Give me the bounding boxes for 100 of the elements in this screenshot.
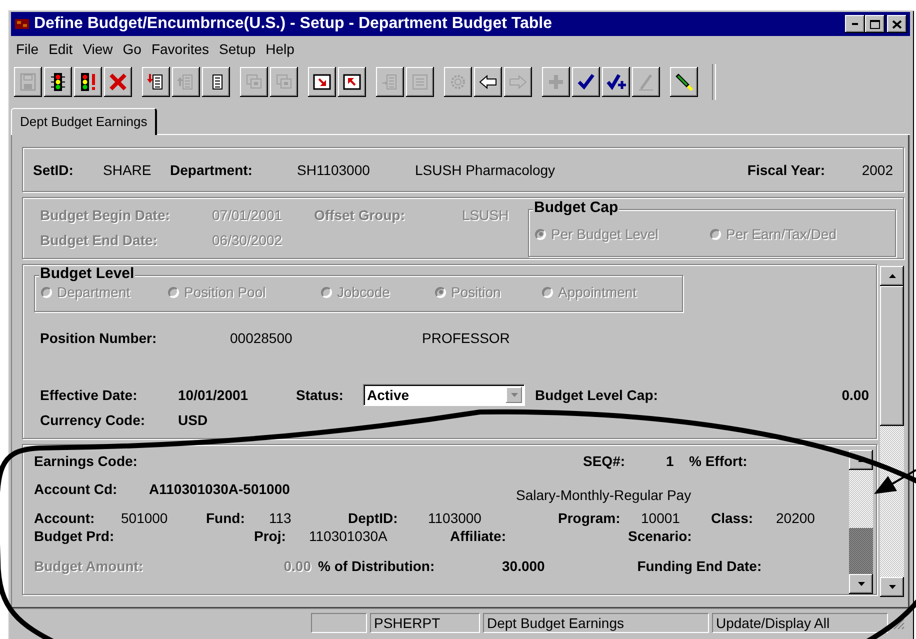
- toolbar-button[interactable]: [602, 67, 630, 97]
- minimize-button[interactable]: [845, 15, 865, 33]
- gear-icon: [448, 72, 468, 92]
- field-value: LSUSH Pharmacology: [415, 162, 556, 178]
- tab[interactable]: Dept Budget Earnings: [11, 108, 158, 135]
- list-icon: [410, 72, 430, 92]
- field-label: Class:: [711, 510, 754, 526]
- field-label: DeptID:: [348, 510, 398, 526]
- field-label: Account:: [34, 510, 95, 526]
- close-button[interactable]: [887, 15, 907, 33]
- toolbar-button[interactable]: [104, 67, 132, 97]
- status-pane: PSHERPT: [370, 613, 480, 633]
- traffic-light-icon: [48, 72, 68, 92]
- field-value: A110301030A-501000: [149, 481, 290, 497]
- arrow-down-icon: [858, 581, 864, 587]
- field-value: 10/01/2001: [178, 387, 248, 403]
- field-value: Salary-Monthly-Regular Pay: [516, 487, 692, 503]
- field-label: Status:: [296, 387, 344, 403]
- field-value: 30.000: [502, 558, 545, 574]
- toolbar-button[interactable]: [670, 67, 698, 97]
- arrow-left-icon: [478, 72, 498, 92]
- field-value: SH1103000: [297, 162, 370, 178]
- field-label: Budget Prd:: [34, 528, 114, 544]
- field-label: % Effort:: [689, 453, 748, 469]
- delete-icon: [108, 72, 128, 92]
- arrow-right-icon: [508, 72, 528, 92]
- plus-icon: [546, 72, 566, 92]
- field-value: 110301030A: [309, 528, 388, 544]
- page-up-icon: [342, 72, 362, 92]
- annotation-arrow: [874, 469, 916, 494]
- field-label: Funding End Date:: [637, 558, 762, 574]
- scrollbar[interactable]: [880, 266, 904, 597]
- field-value: 113: [269, 510, 292, 526]
- menu-item[interactable]: File: [11, 41, 44, 57]
- field-value: 2002: [862, 162, 893, 178]
- menu-item[interactable]: Setup: [214, 41, 261, 57]
- field-label: Proj:: [254, 528, 286, 544]
- menu-item[interactable]: Favorites: [146, 41, 214, 57]
- field-value: 1103000: [428, 510, 482, 526]
- toolbar-button[interactable]: [308, 67, 336, 97]
- field-label: Fiscal Year:: [747, 162, 825, 178]
- toolbar-button[interactable]: [474, 67, 502, 97]
- page-down-icon: [312, 72, 332, 92]
- group-title: Budget Cap: [533, 200, 620, 216]
- window-title: Define Budget/Encumbrnce(U.S.) - Setup - Department Budget Table: [34, 15, 553, 33]
- scrollbar[interactable]: [849, 450, 873, 594]
- field-value: 07/01/2001: [212, 207, 282, 223]
- status-pane: Dept Budget Earnings: [483, 613, 709, 633]
- field-value: 1: [666, 453, 674, 469]
- field-label: Scenario:: [628, 528, 692, 544]
- field-label: Budget End Date:: [40, 232, 158, 248]
- field-value: 501000: [121, 510, 168, 526]
- field-label: SetID:: [33, 162, 74, 178]
- field-label: Affiliate:: [450, 528, 506, 544]
- field-label: Effective Date:: [40, 387, 138, 403]
- toolbar-button[interactable]: [142, 67, 170, 97]
- toolbar-button[interactable]: [202, 67, 230, 97]
- field-label: Position Number:: [40, 330, 157, 346]
- group-title: Budget Level: [39, 266, 136, 282]
- field-value: SHARE: [103, 162, 152, 178]
- field-label: Budget Begin Date:: [40, 207, 170, 223]
- field-value: PROFESSOR: [422, 330, 510, 346]
- pencil-icon: [636, 72, 656, 92]
- checkmark-icon: [576, 72, 596, 92]
- arrow-up-icon: [888, 273, 896, 279]
- field-label: Earnings Code:: [34, 453, 138, 469]
- wand-icon: [674, 72, 694, 92]
- toolbar-button[interactable]: [572, 67, 600, 97]
- checkmark-icon: [606, 72, 626, 92]
- arrow-down-icon: [888, 584, 896, 590]
- maximize-button[interactable]: [865, 15, 885, 33]
- field-value: 0.00: [842, 387, 869, 403]
- maximize-icon: [870, 20, 880, 28]
- field-label: Currency Code:: [40, 412, 146, 428]
- caret-icon: [510, 391, 518, 399]
- field-label: Program:: [558, 510, 620, 526]
- toolbar-button[interactable]: [44, 67, 72, 97]
- field-label: Fund:: [206, 510, 245, 526]
- traffic-light-icon: [78, 72, 98, 92]
- toolbar-button[interactable]: [74, 67, 102, 97]
- resize-grip-icon: [891, 616, 905, 630]
- field-value: LSUSH: [462, 207, 509, 223]
- menu-item[interactable]: Edit: [44, 41, 78, 57]
- field-value: 0.00: [284, 558, 311, 574]
- field-label: Offset Group:: [314, 207, 405, 223]
- status-pane: [311, 613, 367, 633]
- status-pane: Update/Display All: [712, 613, 888, 633]
- menu-item[interactable]: Go: [118, 41, 146, 57]
- field-label: Budget Amount:: [34, 558, 144, 574]
- toolbar-button[interactable]: [338, 67, 366, 97]
- field-value: 06/30/2002: [212, 232, 282, 248]
- minimize-icon: [852, 23, 858, 25]
- field-value: 10001: [641, 510, 680, 526]
- menu-item[interactable]: Help: [260, 41, 300, 57]
- field-value: 00028500: [230, 330, 292, 346]
- field-label: Department:: [170, 162, 252, 178]
- menu-item[interactable]: View: [78, 41, 118, 57]
- field-label: % of Distribution:: [318, 558, 435, 574]
- field-label: Budget Level Cap:: [535, 387, 658, 403]
- app-icon: [14, 16, 30, 32]
